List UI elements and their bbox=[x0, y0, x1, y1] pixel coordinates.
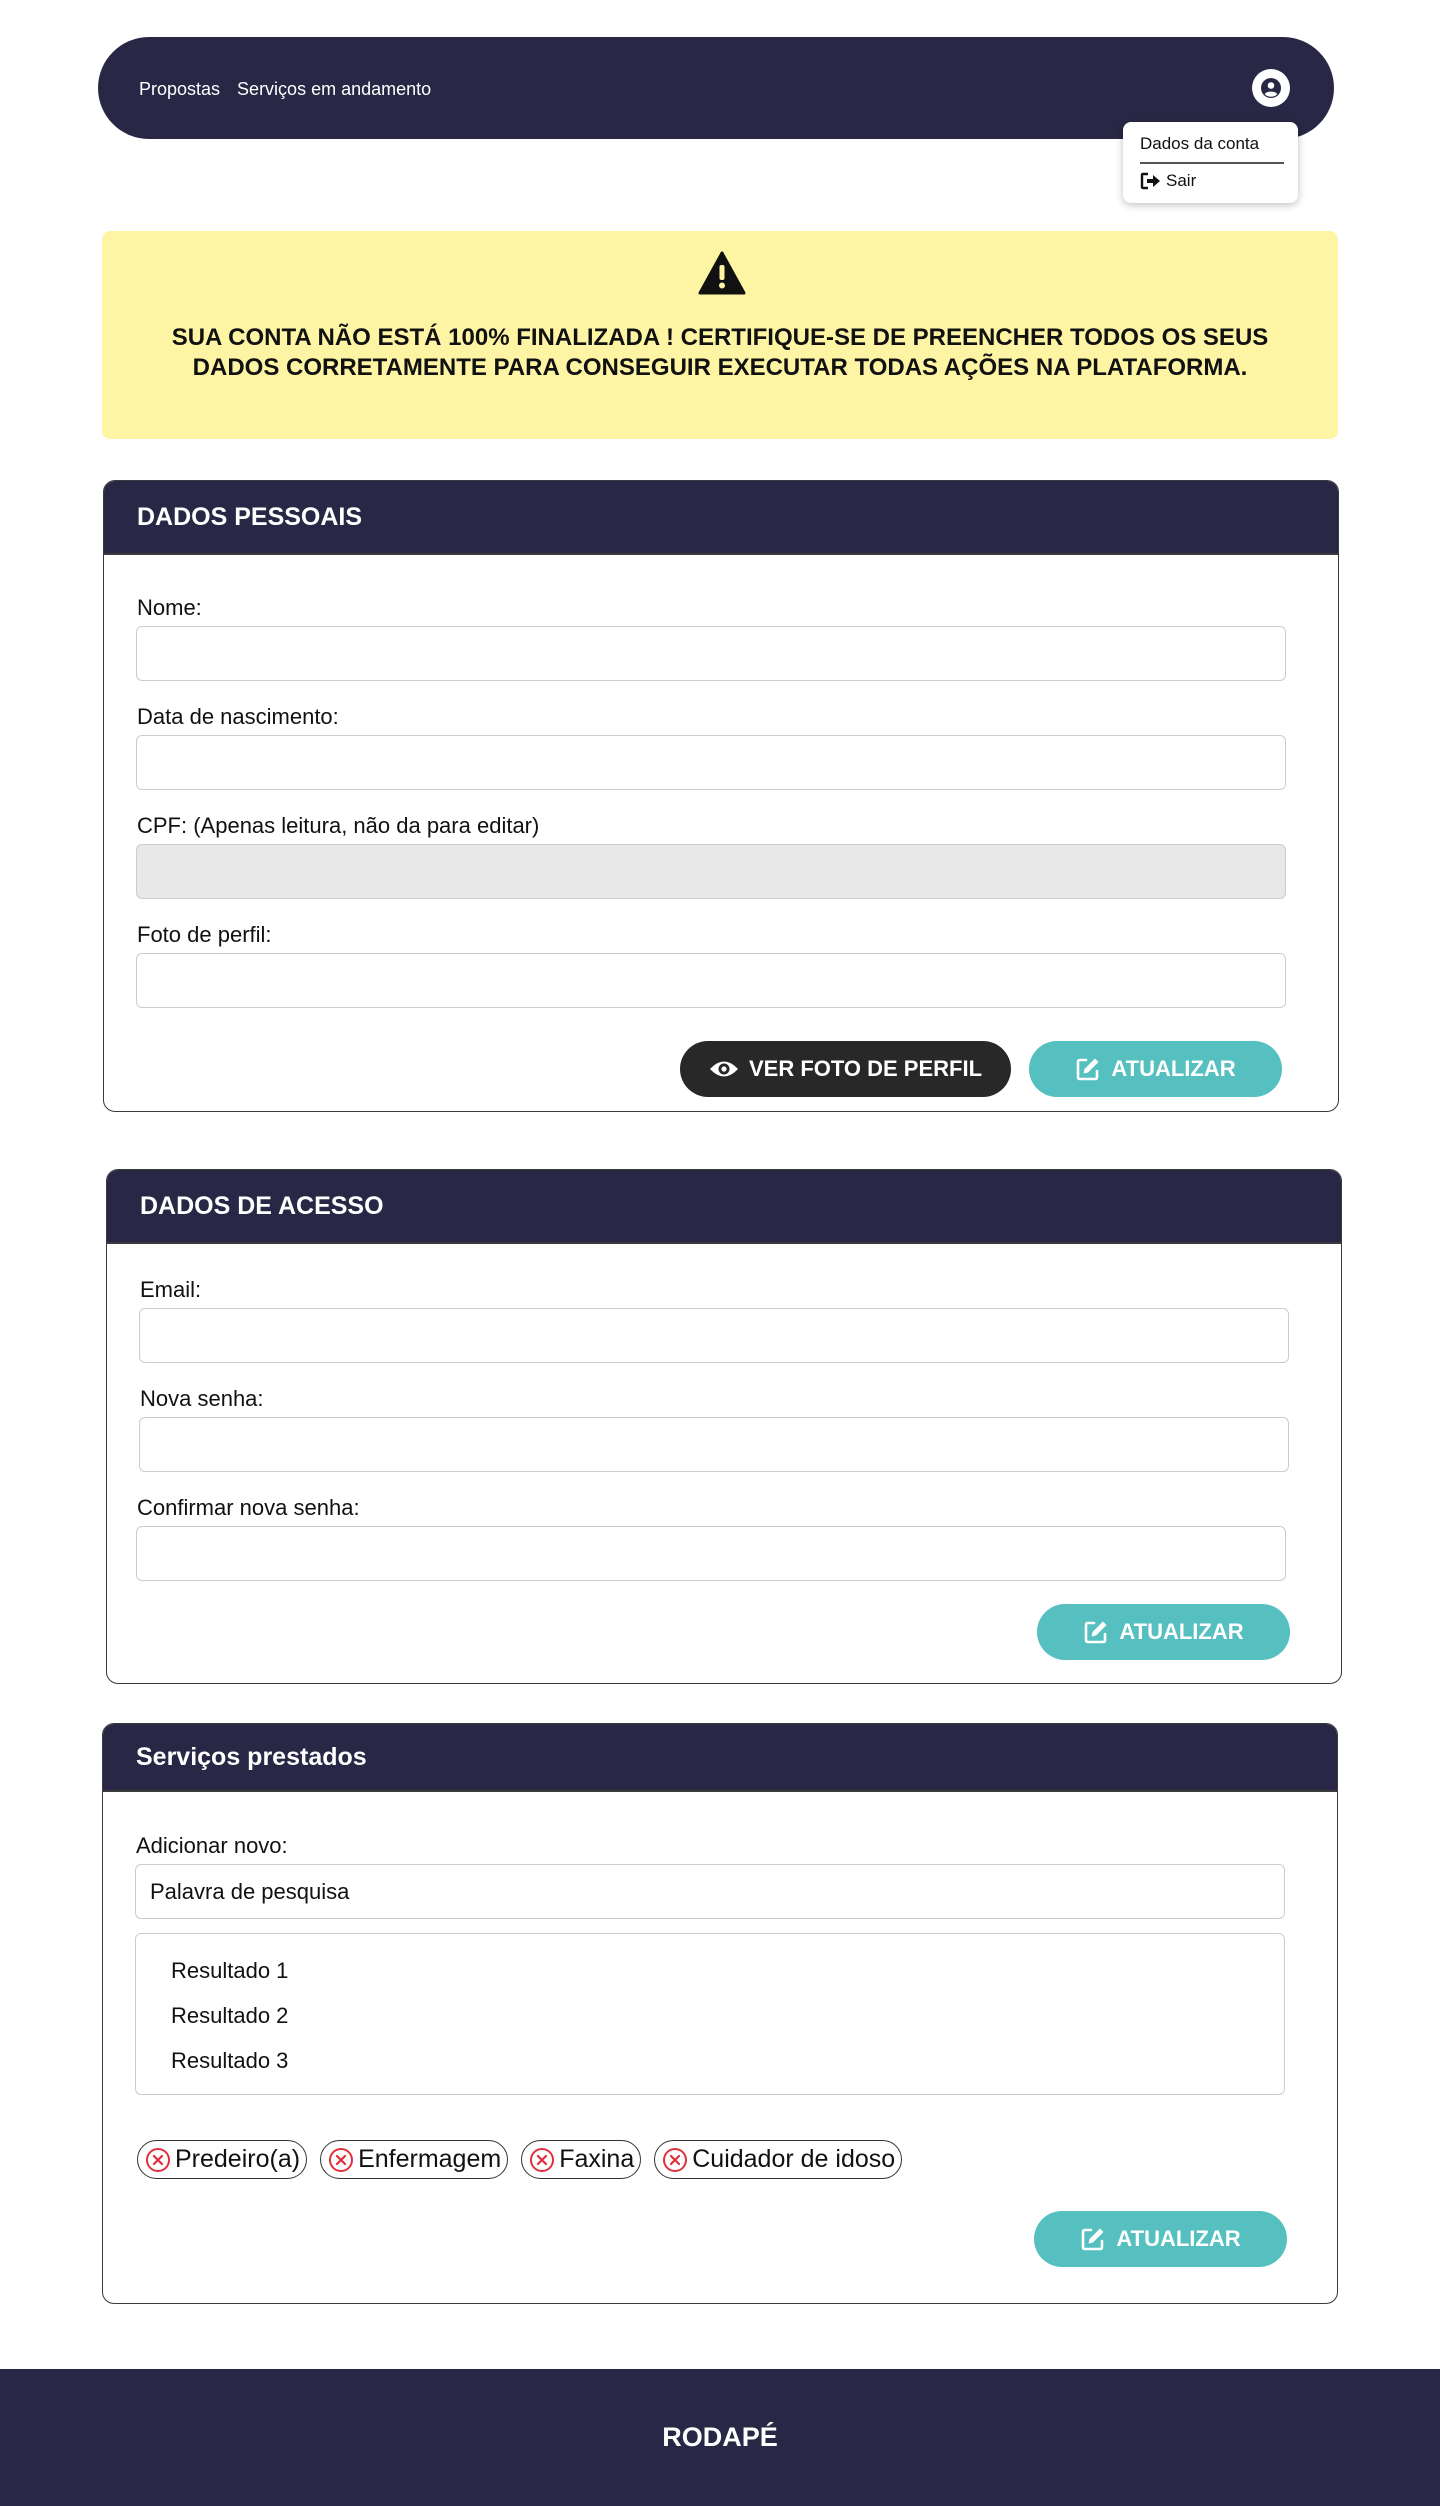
nav-links: Propostas Serviços em andamento bbox=[139, 79, 431, 100]
service-search-input[interactable] bbox=[135, 1864, 1285, 1919]
account-dropdown-menu: Dados da conta Sair bbox=[1123, 122, 1298, 203]
email-input[interactable] bbox=[139, 1308, 1289, 1363]
footer-text: RODAPÉ bbox=[662, 2422, 778, 2452]
services-card: Serviços prestados Adicionar novo: Resul… bbox=[102, 1723, 1338, 2304]
cpf-label: CPF: (Apenas leitura, não da para editar… bbox=[137, 813, 540, 838]
service-tag-label: Cuidador de idoso bbox=[692, 2145, 896, 2173]
nav-link-propostas[interactable]: Propostas bbox=[139, 79, 220, 100]
name-label: Nome: bbox=[137, 595, 202, 620]
service-tag-label: Faxina bbox=[559, 2145, 635, 2173]
selected-services-tags: Predeiro(a) Enfermagem Faxina Cuidador d… bbox=[137, 2140, 903, 2179]
access-data-card: DADOS DE ACESSO Email: Nova senha: Confi… bbox=[106, 1169, 1342, 1684]
services-title: Serviços prestados bbox=[103, 1724, 1337, 1792]
account-avatar-button[interactable] bbox=[1252, 69, 1290, 107]
view-profile-photo-label: VER FOTO DE PERFIL bbox=[748, 1056, 983, 1081]
eye-icon bbox=[709, 1061, 738, 1077]
personal-update-button[interactable]: ATUALIZAR bbox=[1029, 1041, 1282, 1097]
new-password-label: Nova senha: bbox=[140, 1386, 264, 1411]
profile-photo-input[interactable] bbox=[136, 953, 1286, 1008]
logout-icon bbox=[1140, 172, 1160, 190]
warning-message: SUA CONTA NÃO ESTÁ 100% FINALIZADA ! CER… bbox=[171, 324, 1269, 381]
services-update-button[interactable]: ATUALIZAR bbox=[1034, 2211, 1287, 2267]
remove-tag-icon[interactable] bbox=[529, 2147, 555, 2173]
edit-icon bbox=[1082, 2228, 1104, 2251]
service-tag-label: Predeiro(a) bbox=[175, 2145, 301, 2173]
incomplete-account-warning: SUA CONTA NÃO ESTÁ 100% FINALIZADA ! CER… bbox=[102, 231, 1338, 439]
edit-icon bbox=[1085, 1621, 1107, 1644]
personal-data-card: DADOS PESSOAIS Nome: Data de nascimento:… bbox=[103, 480, 1339, 1112]
access-update-label: ATUALIZAR bbox=[1119, 1619, 1244, 1644]
services-update-label: ATUALIZAR bbox=[1116, 2226, 1241, 2251]
remove-tag-icon[interactable] bbox=[662, 2147, 688, 2173]
personal-data-title: DADOS PESSOAIS bbox=[104, 481, 1338, 555]
menu-item-label: Dados da conta bbox=[1140, 134, 1260, 153]
page-footer: RODAPÉ bbox=[0, 2369, 1440, 2506]
service-tag: Predeiro(a) bbox=[137, 2140, 308, 2179]
profile-photo-label: Foto de perfil: bbox=[137, 922, 272, 947]
remove-tag-icon[interactable] bbox=[145, 2147, 171, 2173]
menu-item-dados-da-conta[interactable]: Dados da conta bbox=[1140, 134, 1259, 154]
warning-icon bbox=[698, 251, 746, 295]
search-result-item[interactable]: Resultado 3 bbox=[171, 2048, 288, 2074]
new-password-input[interactable] bbox=[139, 1417, 1289, 1472]
remove-tag-icon[interactable] bbox=[328, 2147, 354, 2173]
birth-date-label: Data de nascimento: bbox=[137, 704, 339, 729]
access-update-button[interactable]: ATUALIZAR bbox=[1037, 1604, 1290, 1660]
service-tag: Enfermagem bbox=[320, 2140, 509, 2179]
search-results-list: Resultado 1 Resultado 2 Resultado 3 bbox=[135, 1933, 1285, 2095]
email-label: Email: bbox=[140, 1277, 202, 1302]
search-result-item[interactable]: Resultado 2 bbox=[171, 2003, 288, 2029]
cpf-input-readonly bbox=[136, 844, 1286, 899]
menu-item-sair[interactable]: Sair bbox=[1140, 171, 1196, 191]
access-data-title: DADOS DE ACESSO bbox=[107, 1170, 1341, 1244]
birth-date-input[interactable] bbox=[136, 735, 1286, 790]
confirm-password-input[interactable] bbox=[136, 1526, 1286, 1581]
service-tag: Faxina bbox=[521, 2140, 642, 2179]
service-tag-label: Enfermagem bbox=[358, 2145, 502, 2173]
name-input[interactable] bbox=[136, 626, 1286, 681]
view-profile-photo-button[interactable]: VER FOTO DE PERFIL bbox=[680, 1041, 1011, 1097]
menu-item-label: Sair bbox=[1166, 171, 1197, 190]
user-icon bbox=[1261, 78, 1281, 98]
confirm-password-label: Confirmar nova senha: bbox=[137, 1495, 360, 1520]
search-result-item[interactable]: Resultado 1 bbox=[171, 1958, 288, 1984]
add-service-label: Adicionar novo: bbox=[136, 1833, 288, 1858]
menu-divider bbox=[1140, 162, 1284, 164]
nav-link-servicos-em-andamento[interactable]: Serviços em andamento bbox=[237, 79, 431, 100]
personal-update-label: ATUALIZAR bbox=[1111, 1056, 1236, 1081]
edit-icon bbox=[1077, 1058, 1099, 1081]
service-tag: Cuidador de idoso bbox=[654, 2140, 903, 2179]
